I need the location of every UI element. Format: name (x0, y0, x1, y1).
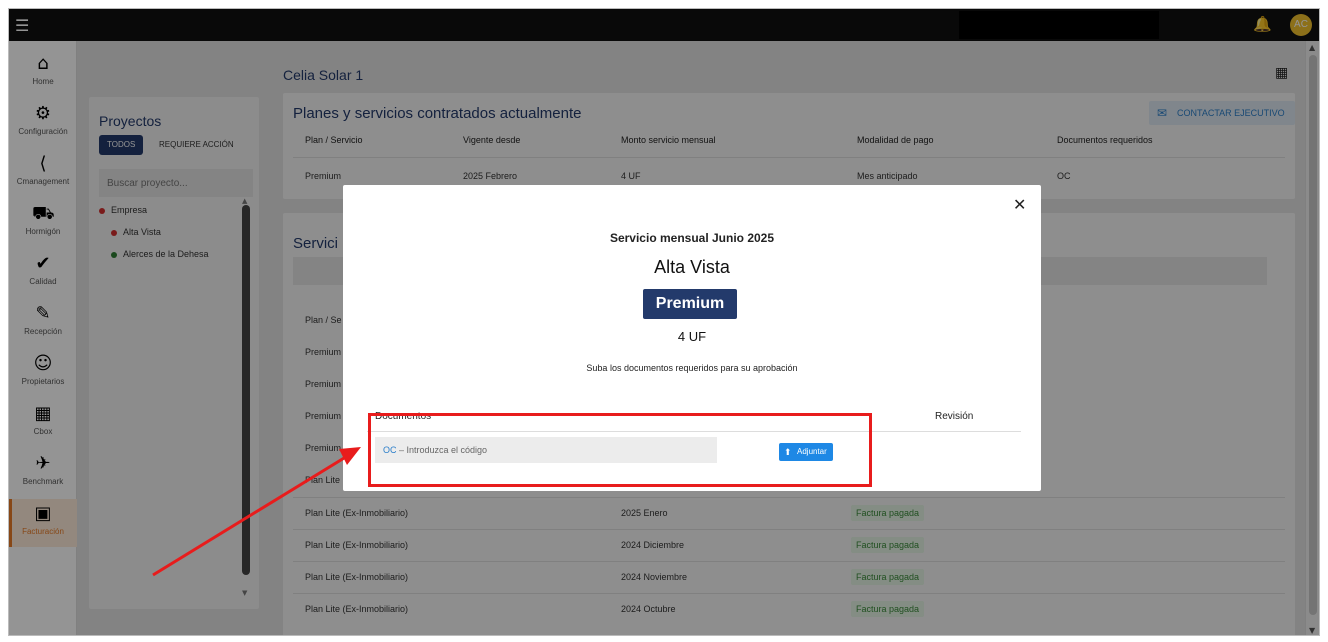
modal-instruction: Suba los documentos requeridos para su a… (586, 363, 798, 373)
highlight-box (368, 413, 872, 487)
plan-badge: Premium (643, 289, 737, 319)
modal-subtitle: Servicio mensual Junio 2025 (609, 231, 775, 245)
app-window: ☰ 🔔 AC ⌂ Home ⚙ Configuración ⟨ Cmanagement… (8, 8, 1320, 636)
modal-project-name: Alta Vista (654, 257, 730, 277)
review-header: Revisión (935, 411, 974, 422)
modal-amount: 4 UF (677, 329, 707, 344)
close-icon[interactable]: ✕ (1013, 195, 1026, 214)
